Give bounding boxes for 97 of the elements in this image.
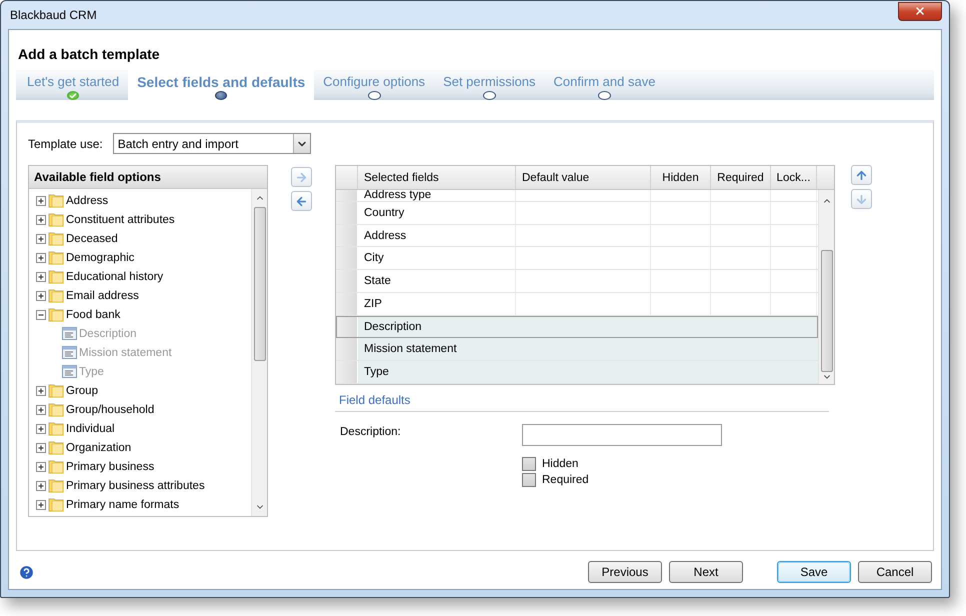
folder-icon: [48, 307, 64, 322]
table-cell: Description: [364, 320, 422, 333]
arrow-right-icon: [295, 170, 308, 184]
expand-icon[interactable]: [36, 442, 46, 452]
tree-item[interactable]: Constituent attributes: [66, 214, 175, 226]
dialog-button[interactable]: Previous: [588, 561, 662, 583]
expand-icon[interactable]: [36, 196, 46, 206]
field-label: Description:: [339, 425, 402, 440]
expand-icon[interactable]: [36, 234, 46, 244]
table-cell: City: [364, 252, 384, 264]
folder-icon: [48, 288, 64, 303]
folder-icon: [48, 402, 64, 417]
arrow-left-icon: [295, 194, 308, 208]
folder-icon: [48, 497, 64, 512]
grid-row[interactable]: Mission statement: [336, 338, 818, 362]
collapse-icon[interactable]: [36, 310, 46, 320]
grid-row[interactable]: State: [336, 270, 818, 293]
tree-item[interactable]: Educational history: [66, 270, 164, 282]
folder-icon: [48, 440, 64, 455]
expand-icon[interactable]: [36, 252, 46, 262]
column-header[interactable]: Hidden: [651, 166, 711, 189]
expand-icon[interactable]: [36, 480, 46, 490]
table-cell: Address: [364, 230, 406, 242]
field-icon: [62, 346, 77, 359]
tree-item[interactable]: Email address: [66, 290, 139, 302]
arrow-up-icon: [855, 168, 868, 182]
row-header[interactable]: [336, 316, 358, 338]
field-label: Template use:: [28, 136, 103, 150]
column-header[interactable]: Required: [711, 166, 771, 189]
tree-item[interactable]: Group: [66, 384, 98, 396]
expand-icon[interactable]: [36, 386, 46, 396]
folder-icon: [48, 459, 64, 474]
dialog-button[interactable]: Cancel: [858, 561, 932, 583]
expand-icon[interactable]: [36, 424, 46, 434]
grid-row[interactable]: Address: [336, 224, 818, 248]
grid-row[interactable]: Country: [336, 202, 818, 225]
table-cell: Address type: [364, 192, 432, 198]
grid-row[interactable]: ZIP: [336, 292, 818, 316]
folder-icon: [48, 231, 64, 246]
tree-item[interactable]: Individual: [66, 422, 115, 434]
table-cell: Type: [364, 366, 389, 378]
grid-row[interactable]: Address type: [336, 190, 818, 202]
close-icon: [914, 5, 926, 17]
table-cell: Mission statement: [364, 343, 457, 356]
tree-item[interactable]: Primary business: [66, 460, 154, 472]
tree-item[interactable]: Demographic: [66, 252, 134, 264]
move-up-button[interactable]: [851, 165, 872, 185]
folder-icon: [48, 193, 64, 208]
expand-icon[interactable]: [36, 272, 46, 282]
scrollbar[interactable]: [818, 190, 834, 384]
table-cell: Country: [364, 206, 404, 219]
expand-icon[interactable]: [36, 404, 46, 414]
remove-field-button[interactable]: [291, 191, 312, 211]
help-icon[interactable]: [18, 564, 35, 580]
tree-item[interactable]: Address: [66, 194, 108, 206]
column-header[interactable]: Selected fields: [358, 166, 516, 189]
folder-icon: [48, 250, 64, 265]
dialog-button[interactable]: Next: [669, 561, 743, 583]
checkbox-label: Required: [542, 474, 589, 486]
column-header[interactable]: Default value: [516, 166, 651, 189]
section-title: Field defaults: [335, 385, 829, 412]
folder-icon: [48, 478, 64, 493]
grid-row[interactable]: Description: [336, 316, 818, 338]
column-header[interactable]: Lock...: [771, 166, 817, 189]
folder-icon: [48, 269, 64, 284]
folder-icon: [48, 421, 64, 436]
grid-row[interactable]: Type: [336, 361, 818, 384]
grid-row[interactable]: City: [336, 247, 818, 270]
expand-icon[interactable]: [36, 462, 46, 472]
folder-icon: [48, 383, 64, 398]
scrollbar[interactable]: [251, 189, 267, 516]
expand-icon[interactable]: [36, 214, 46, 224]
folder-icon: [48, 212, 64, 227]
template-use-dropdown[interactable]: Batch entry and import: [112, 133, 311, 154]
panel-title: Available field options: [34, 170, 161, 184]
expand-icon[interactable]: [36, 500, 46, 510]
tree-item[interactable]: Food bank: [66, 308, 120, 320]
checkbox[interactable]: [522, 457, 536, 471]
field-icon: [62, 365, 77, 378]
tree-item[interactable]: Primary business attributes: [66, 480, 205, 492]
table-cell: ZIP: [364, 298, 382, 310]
field-icon: [62, 327, 77, 340]
expand-icon[interactable]: [36, 290, 46, 300]
checkbox-label: Hidden: [542, 458, 578, 470]
checkbox[interactable]: [522, 473, 536, 487]
add-field-button[interactable]: [291, 167, 312, 187]
default-value-field[interactable]: [522, 424, 722, 446]
tree-item[interactable]: Organization: [66, 442, 132, 454]
window-title: Blackbaud CRM: [10, 8, 97, 22]
arrow-down-icon: [855, 192, 868, 206]
tree-item[interactable]: Group/household: [66, 404, 154, 416]
tree-item[interactable]: Deceased: [66, 232, 118, 244]
tree-item[interactable]: Primary name formats: [66, 498, 180, 510]
dialog-title: Add a batch template: [18, 46, 161, 62]
dialog-button[interactable]: Save: [777, 561, 851, 583]
table-cell: State: [364, 275, 391, 288]
close-button[interactable]: [898, 2, 942, 20]
